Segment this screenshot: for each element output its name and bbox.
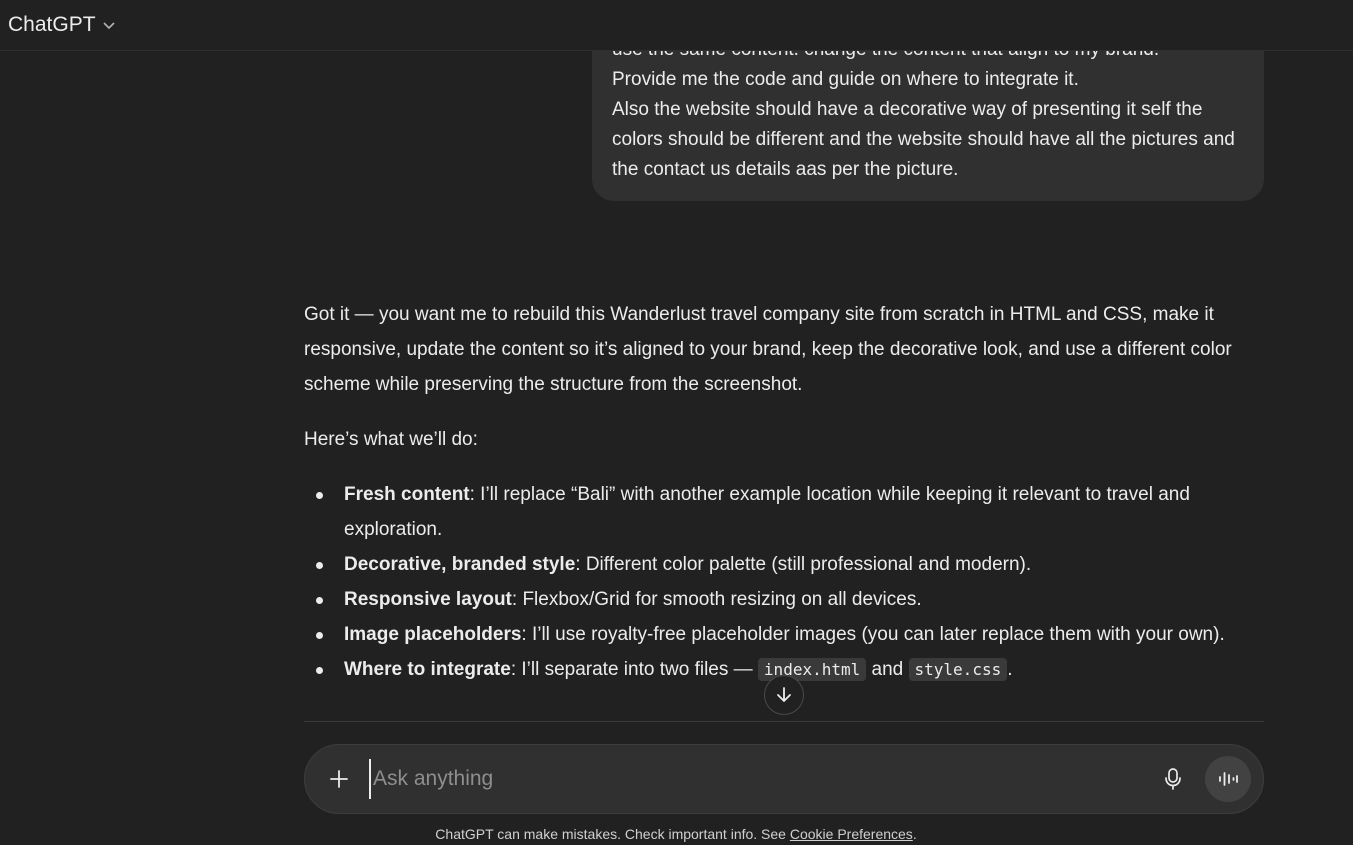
divider: [304, 721, 1264, 722]
user-message-line: Provide me the code and guide on where t…: [612, 69, 1079, 90]
scroll-to-bottom-button[interactable]: [764, 675, 804, 715]
dictate-button[interactable]: [1153, 759, 1193, 799]
model-name: ChatGPT: [8, 13, 96, 36]
bullet-text: : I’ll replace “Bali” with another examp…: [344, 484, 1190, 540]
bullet-text: : I’ll use royalty-free placeholder imag…: [521, 624, 1225, 645]
bullet-text: .: [1007, 659, 1013, 680]
list-item: Decorative, branded style: Different col…: [304, 547, 1264, 582]
list-item: Image placeholders: I’ll use royalty-fre…: [304, 617, 1264, 652]
user-message-line: use the same content. change the content…: [612, 51, 1244, 65]
add-attachment-button[interactable]: [319, 759, 359, 799]
assistant-intro: Got it — you want me to rebuild this Wan…: [304, 304, 1232, 395]
user-message-bubble: use the same content. change the content…: [592, 51, 1264, 201]
model-switcher[interactable]: ChatGPT: [8, 13, 116, 37]
inline-code-style-css: style.css: [908, 658, 1008, 681]
microphone-icon: [1165, 768, 1181, 790]
disclaimer-end: .: [912, 826, 917, 842]
assistant-lead: Here’s what we’ll do:: [304, 429, 478, 450]
assistant-message: Got it — you want me to rebuild this Wan…: [304, 297, 1264, 687]
conversation: use the same content. change the content…: [0, 51, 1353, 723]
list-item: Fresh content: I’ll replace “Bali” with …: [304, 477, 1264, 547]
bullet-title: Where to integrate: [344, 659, 511, 680]
user-message-line: Also the website should have a decorativ…: [612, 99, 1235, 180]
plus-icon: [330, 770, 348, 788]
cookie-preferences-link[interactable]: Cookie Preferences: [790, 826, 913, 842]
chevron-down-icon: [102, 22, 115, 30]
bullet-title: Fresh content: [344, 484, 470, 505]
disclaimer-text: ChatGPT can make mistakes. Check importa…: [435, 826, 790, 842]
disclaimer: ChatGPT can make mistakes. Check importa…: [0, 824, 1353, 844]
prompt-input[interactable]: [369, 759, 1153, 799]
bullet-text: : I’ll separate into two files —: [510, 659, 758, 680]
top-bar: ChatGPT: [0, 0, 1353, 51]
bullet-text: and: [866, 659, 909, 680]
bullet-title: Decorative, branded style: [344, 554, 576, 575]
bullet-text: : Different color palette (still profess…: [575, 554, 1032, 575]
list-item: Responsive layout: Flexbox/Grid for smoo…: [304, 582, 1264, 617]
voice-mode-icon: [1219, 772, 1238, 786]
composer: [304, 744, 1264, 814]
arrow-down-icon: [777, 687, 791, 702]
voice-mode-button[interactable]: [1205, 756, 1251, 802]
bullet-text: : Flexbox/Grid for smooth resizing on al…: [511, 589, 922, 610]
assistant-bullet-list: Fresh content: I’ll replace “Bali” with …: [304, 477, 1264, 687]
bullet-title: Responsive layout: [344, 589, 512, 610]
bullet-title: Image placeholders: [344, 624, 522, 645]
